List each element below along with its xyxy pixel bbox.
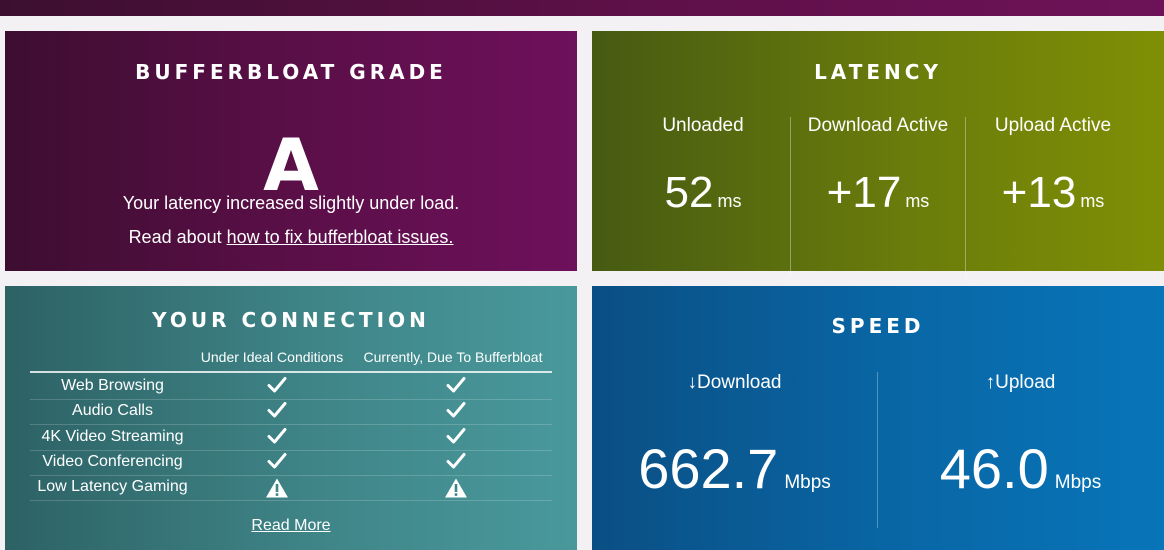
upload-unit: Mbps: [1054, 472, 1102, 493]
your-connection-card: YOUR CONNECTION Under Ideal Conditions C…: [5, 286, 577, 550]
download-text: Download: [697, 372, 782, 393]
connection-title: YOUR CONNECTION: [152, 308, 430, 332]
latency-download-active: Download Active +17 ms: [791, 115, 965, 279]
activity-name: 4K Video Streaming: [41, 427, 184, 445]
speed-card: SPEED ↓Download 662.7 Mbps ↑Upload 46.0 Mb…: [592, 286, 1164, 550]
download-unit: Mbps: [784, 472, 831, 493]
upload-number: 46.0: [939, 437, 1049, 500]
connection-row: 4K Video Streaming: [30, 425, 552, 451]
read-more-link[interactable]: Read More: [251, 517, 330, 534]
latency-value: 52 ms: [616, 165, 790, 229]
connection-row: Video Conferencing: [30, 450, 552, 476]
check-icon: [257, 376, 297, 398]
download-number: 662.7: [638, 437, 779, 500]
grade-read-prefix: Read about: [128, 227, 227, 247]
latency-label: Upload Active: [994, 115, 1112, 136]
latency-value: +13 ms: [966, 165, 1140, 229]
download-value: 662.7 Mbps: [592, 434, 877, 518]
upload-label: ↑Upload: [878, 372, 1163, 394]
grade-letter: A: [263, 123, 319, 207]
latency-number: +13: [1001, 168, 1077, 217]
check-icon: [436, 427, 476, 449]
connection-row: Low Latency Gaming: [30, 475, 552, 503]
warning-icon: [436, 477, 476, 503]
warning-icon: [257, 477, 297, 503]
activity-name: Audio Calls: [72, 402, 153, 420]
header-current-bufferbloat: Currently, Due To Bufferbloat: [363, 349, 543, 365]
activity-name: Web Browsing: [61, 377, 164, 394]
latency-label: Download Active: [807, 115, 949, 136]
latency-number: +17: [826, 168, 902, 217]
check-icon: [436, 452, 476, 474]
check-icon: [436, 401, 476, 423]
grade-title: BUFFERBLOAT GRADE: [135, 60, 447, 84]
fix-bufferbloat-link[interactable]: how to fix bufferbloat issues.: [227, 227, 454, 247]
latency-unit: ms: [1080, 191, 1105, 211]
upload-value: 46.0 Mbps: [878, 434, 1163, 518]
download-arrow-icon: ↓: [687, 372, 698, 393]
connection-row: Audio Calls: [30, 399, 552, 426]
header-ideal-conditions: Under Ideal Conditions: [200, 349, 344, 365]
latency-unloaded: Unloaded 52 ms: [616, 115, 790, 279]
upload-arrow-icon: ↑: [985, 372, 996, 393]
latency-card: LATENCY Unloaded 52 ms Download Active +1…: [592, 31, 1164, 277]
connection-row: Web Browsing: [30, 374, 552, 400]
latency-number: 52: [664, 168, 714, 217]
check-icon: [436, 376, 476, 398]
read-more-line: Read More: [5, 517, 577, 535]
check-icon: [257, 452, 297, 474]
speed-download: ↓Download 662.7 Mbps: [592, 372, 877, 542]
latency-unit: ms: [717, 191, 742, 211]
latency-value: +17 ms: [791, 165, 965, 229]
top-banner: [0, 0, 1164, 16]
grade-message: Your latency increased slightly under lo…: [122, 193, 460, 213]
activity-name: Low Latency Gaming: [37, 478, 188, 496]
grade-read-line: Read about how to fix bufferbloat issues…: [5, 227, 577, 248]
upload-text: Upload: [995, 372, 1056, 393]
bufferbloat-grade-card: BUFFERBLOAT GRADE A Your latency increas…: [5, 31, 577, 271]
latency-label: Unloaded: [662, 115, 744, 136]
download-label: ↓Download: [592, 372, 877, 394]
speed-title: SPEED: [831, 314, 925, 338]
table-header-rule: [30, 371, 552, 373]
check-icon: [257, 427, 297, 449]
latency-upload-active: Upload Active +13 ms: [966, 115, 1140, 279]
check-icon: [257, 401, 297, 423]
activity-name: Video Conferencing: [42, 452, 183, 470]
speed-upload: ↑Upload 46.0 Mbps: [878, 372, 1163, 542]
latency-title: LATENCY: [814, 60, 942, 84]
latency-unit: ms: [905, 191, 930, 211]
